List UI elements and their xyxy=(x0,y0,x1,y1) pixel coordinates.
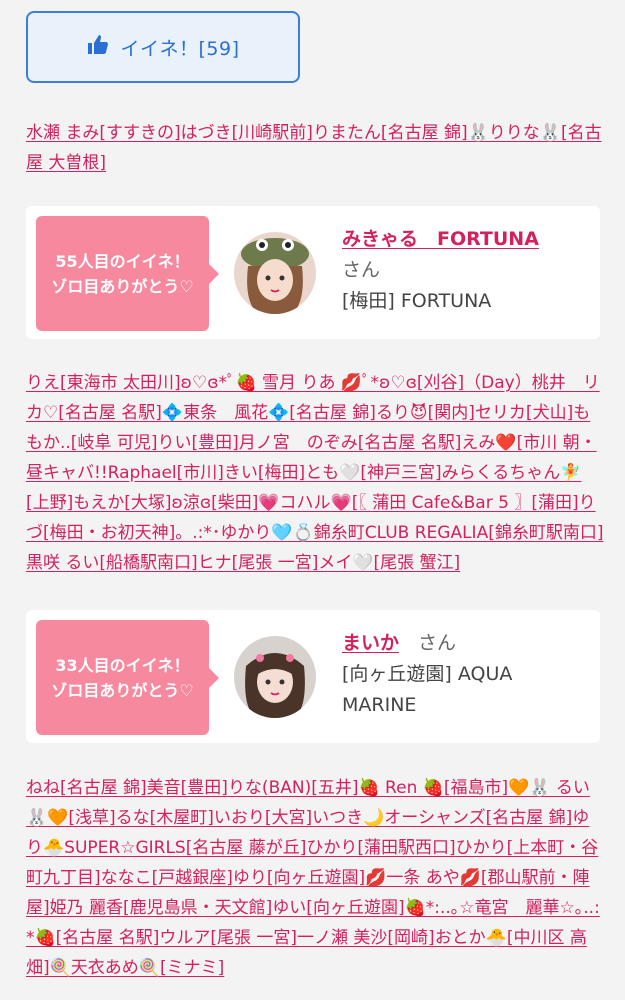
honorific: さん xyxy=(418,632,457,654)
liker-link[interactable]: りな(BAN)[五井] xyxy=(228,778,359,798)
milestone-card-1: 55人目のイイネ！ ゾロ目ありがとう♡ みきゃる FORTUNA さん [梅田]… xyxy=(26,206,600,339)
liker-list-3: ねね[名古屋 錦]美音[豊田]りな(BAN)[五井]🍓 Ren 🍓[福島市]🧡🐰… xyxy=(26,773,604,983)
liker-link[interactable]: セリカ[犬山] xyxy=(475,403,573,423)
shop-name: [向ヶ丘遊園] AQUA MARINE xyxy=(342,663,513,716)
liker-link[interactable]: 水瀬 まみ[すすきの] xyxy=(26,123,181,143)
thumbs-up-icon xyxy=(86,33,110,61)
liker-link[interactable]: ひかり[蒲田駅西口] xyxy=(306,838,455,858)
liker-link[interactable]: 。.:*･ゆかり🩵💍錦糸町CLUB REGALIA[錦糸町駅南口] xyxy=(175,523,603,543)
liker-link[interactable]: ヒナ[尾張 一宮] xyxy=(198,553,319,573)
liker-link[interactable]: りまたん[名古屋 錦] xyxy=(313,123,468,143)
milestone-bubble: 33人目のイイネ！ ゾロ目ありがとう♡ xyxy=(36,620,219,735)
cast-name-link[interactable]: みきゃる FORTUNA xyxy=(342,228,539,250)
avatar[interactable] xyxy=(234,636,316,718)
cast-info: みきゃる FORTUNA さん [梅田] FORTUNA xyxy=(342,224,592,317)
liker-link[interactable]: るり😈[関内] xyxy=(376,403,475,423)
avatar[interactable] xyxy=(234,232,316,314)
cast-info: まいか さん [向ヶ丘遊園] AQUA MARINE xyxy=(342,628,592,721)
milestone-bubble: 55人目のイイネ！ ゾロ目ありがとう♡ xyxy=(36,216,219,331)
liker-link[interactable]: 💗コハル💗[〖 蒲田 Cafe&Bar 5 〗[蒲田] xyxy=(258,493,578,513)
liker-link[interactable]: 月ノ宮 のぞみ[名古屋 名駅] xyxy=(239,433,462,453)
liker-link[interactable]: 一ノ瀬 美沙[岡崎] xyxy=(297,928,435,948)
liker-link[interactable]: 🍭天衣あめ🍭[ミナミ] xyxy=(50,958,225,978)
liker-list-1: 水瀬 まみ[すすきの]はづき[川崎駅前]りまたん[名古屋 錦]🐰りりな🐰[名古屋… xyxy=(26,118,604,178)
liker-link[interactable]: ゆり[向ヶ丘遊園] xyxy=(233,868,365,888)
milestone-text: 55人目のイイネ！ ゾロ目ありがとう♡ xyxy=(51,251,194,296)
liker-link[interactable]: 💠東条 風花💠[名古屋 錦] xyxy=(162,403,376,423)
liker-link[interactable]: 姫乃 麗香[鹿児島県・天文館] xyxy=(50,898,273,918)
milestone-card-2: 33人目のイイネ！ ゾロ目ありがとう♡ まいか さん [向ヶ丘遊園] AQUA … xyxy=(26,610,600,743)
liker-link[interactable]: ウルア[尾張 一宮] xyxy=(159,928,297,948)
liker-link[interactable]: ʚ涼ɞ[柴田] xyxy=(172,493,259,513)
like-button-label: イイネ！[59] xyxy=(120,37,240,60)
liker-link[interactable]: ゆい[向ヶ丘遊園] xyxy=(272,898,404,918)
liker-link[interactable]: とも🤍[神戸三宮] xyxy=(305,463,441,483)
milestone-text: 33人目のイイネ！ ゾロ目ありがとう♡ xyxy=(51,655,194,700)
liker-link[interactable]: ねね[名古屋 錦] xyxy=(26,778,147,798)
liker-link[interactable]: 美音[豊田] xyxy=(147,778,228,798)
honorific: さん xyxy=(342,259,381,281)
liker-link[interactable]: るな[木屋町] xyxy=(116,808,214,828)
cast-name-link[interactable]: まいか xyxy=(342,632,399,654)
liker-link[interactable]: りえ[東海市 太田川] xyxy=(26,373,181,393)
liker-link[interactable]: もえか[大塚] xyxy=(73,493,171,513)
liker-link[interactable]: いつき🌙オーシャンズ[名古屋 錦] xyxy=(312,808,572,828)
liker-link[interactable]: りい[豊田] xyxy=(157,433,238,453)
liker-link[interactable]: メイ🤍[尾張 蟹江] xyxy=(318,553,460,573)
liker-link[interactable]: 🍓 Ren 🍓[福島市] xyxy=(358,778,508,798)
liker-link[interactable]: ななこ[戸越銀座] xyxy=(101,868,233,888)
liker-link[interactable]: 黒咲 るい[船橋駅南口] xyxy=(26,553,198,573)
liker-link[interactable]: ʚ♡ɞ*ﾟ🍓 雪月 りあ 💋ﾟ*ʚ♡ɞ[刈谷] xyxy=(181,373,464,393)
liker-link[interactable]: いおり[大宮] xyxy=(214,808,312,828)
liker-list-2: りえ[東海市 太田川]ʚ♡ɞ*ﾟ🍓 雪月 りあ 💋ﾟ*ʚ♡ɞ[刈谷]（Day）桃… xyxy=(26,368,604,578)
liker-link[interactable]: きい[梅田] xyxy=(224,463,305,483)
shop-name: [梅田] FORTUNA xyxy=(342,290,492,312)
like-button[interactable]: イイネ！[59] xyxy=(26,11,300,83)
liker-link[interactable]: はづき[川崎駅前] xyxy=(181,123,313,143)
